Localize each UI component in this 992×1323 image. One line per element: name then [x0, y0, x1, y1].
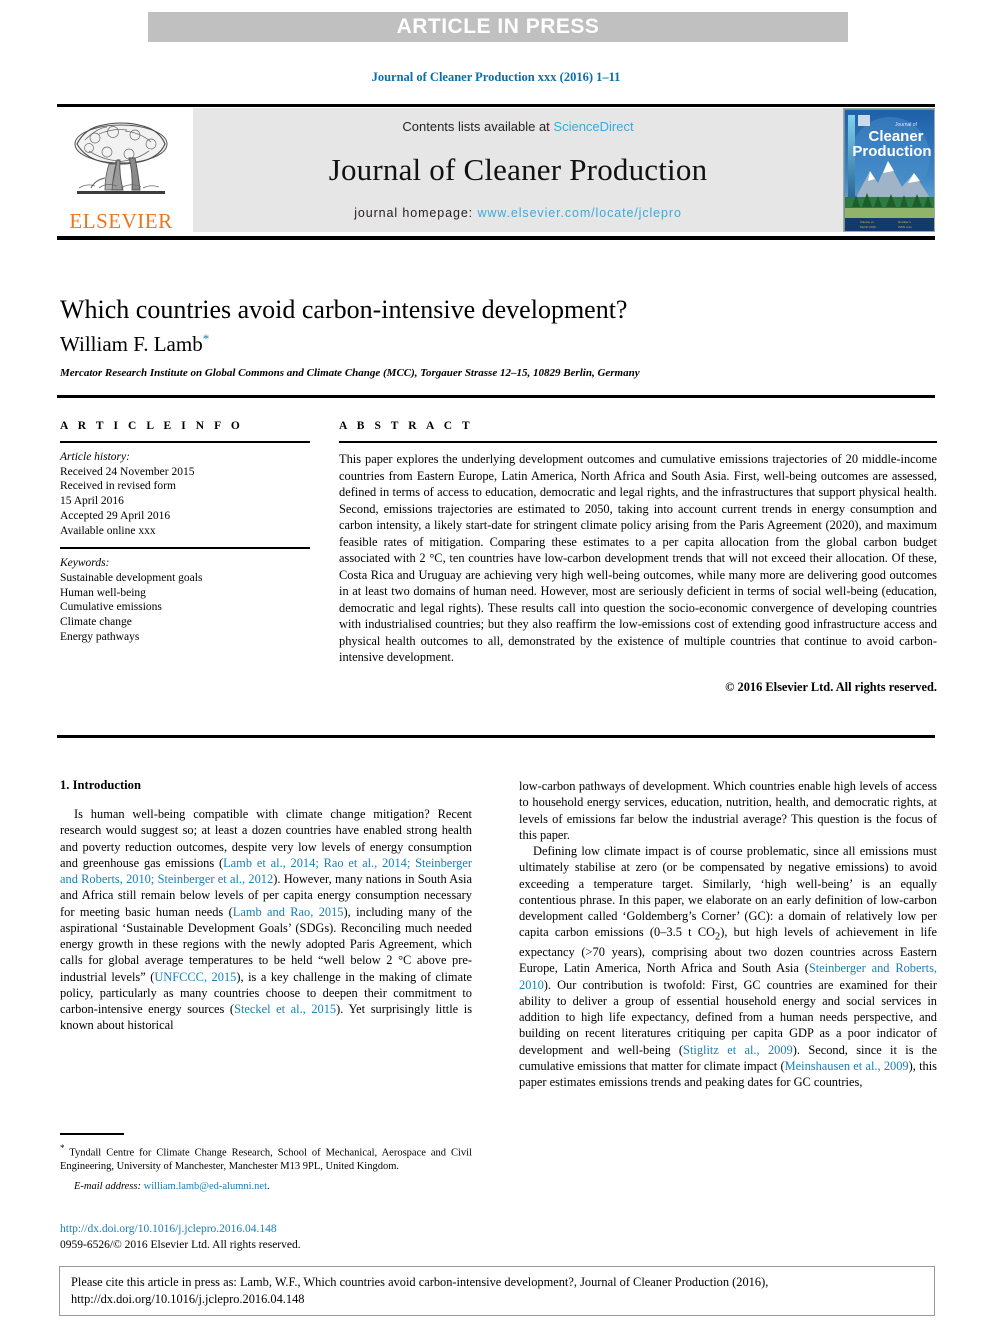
info-section-top-rule — [57, 395, 935, 398]
footnote-text: Tyndall Centre for Climate Change Resear… — [60, 1147, 473, 1173]
issn-copyright-line: 0959-6526/© 2016 Elsevier Ltd. All right… — [60, 1238, 301, 1251]
footnote-separator-rule — [60, 1133, 124, 1135]
citation-line-1: Please cite this article in press as: La… — [71, 1275, 769, 1289]
elsevier-wordmark: ELSEVIER — [69, 209, 173, 233]
abstract-copyright: © 2016 Elsevier Ltd. All rights reserved… — [725, 679, 937, 694]
article-in-press-banner: ARTICLE IN PRESS — [148, 12, 848, 42]
journal-cover-art: Journal of Cleaner Production Volume xx … — [844, 109, 934, 231]
citation-link[interactable]: Stiglitz et al., 2009 — [683, 1043, 793, 1057]
body-column-right: low-carbon pathways of development. Whic… — [519, 778, 937, 1090]
keywords-label: Keywords: — [60, 557, 110, 570]
history-item: Available online xxx — [60, 524, 156, 537]
email-link[interactable]: william.lamb@ed-alumni.net — [144, 1181, 267, 1192]
citation-link[interactable]: Steckel et al., 2015 — [234, 1002, 336, 1016]
history-item: Received in revised form — [60, 480, 176, 493]
journal-homepage-link[interactable]: www.elsevier.com/locate/jclepro — [477, 206, 681, 220]
article-info-heading: A R T I C L E I N F O — [60, 420, 244, 432]
info-section-bottom-rule — [57, 735, 935, 738]
article-info-column: A R T I C L E I N F O Article history: R… — [60, 420, 320, 645]
journal-title: Journal of Cleaner Production — [328, 152, 708, 187]
keyword-item: Human well-being — [60, 586, 146, 599]
keyword-item: Climate change — [60, 616, 132, 629]
body-column-left: 1. Introduction Is human well-being comp… — [60, 778, 472, 1034]
article-info-rule-2 — [60, 547, 310, 550]
journal-homepage-line: journal homepage: www.elsevier.com/locat… — [354, 206, 682, 220]
intro-paragraph-right-2: Defining low climate impact is of course… — [519, 843, 937, 1090]
elsevier-logo: ELSEVIER — [57, 108, 185, 232]
intro-paragraph-left: Is human well-being compatible with clim… — [60, 806, 472, 1034]
page-title: Which countries avoid carbon-intensive d… — [60, 295, 628, 324]
masthead-center-panel: Contents lists available at ScienceDirec… — [193, 108, 843, 232]
contents-lists-prefix: Contents lists available at — [402, 119, 554, 134]
article-history-block: Article history: Received 24 November 20… — [60, 450, 320, 538]
abstract-rule — [339, 441, 937, 443]
author-label: William F. Lamb — [60, 332, 203, 356]
keywords-block: Keywords: Sustainable development goals … — [60, 556, 320, 644]
article-info-rule-1 — [60, 441, 310, 443]
article-in-press-label: ARTICLE IN PRESS — [396, 15, 600, 38]
journal-cover-thumbnail: Journal of Cleaner Production Volume xx … — [843, 108, 935, 232]
keyword-item: Sustainable development goals — [60, 572, 203, 585]
citation-request-box: Please cite this article in press as: La… — [59, 1266, 935, 1316]
svg-text:Month 2016: Month 2016 — [860, 225, 876, 229]
svg-text:ISSN xxxx: ISSN xxxx — [898, 225, 912, 229]
abstract-column: A B S T R A C T This paper explores the … — [339, 420, 937, 695]
running-head-citation: Journal of Cleaner Production xxx (2016)… — [371, 70, 621, 84]
svg-text:Volume xx: Volume xx — [860, 220, 874, 224]
footnote-marker: * — [60, 1143, 65, 1153]
article-history-label: Article history: — [60, 451, 130, 463]
abstract-heading: A B S T R A C T — [339, 420, 474, 432]
journal-homepage-prefix: journal homepage: — [354, 206, 478, 220]
journal-masthead: ELSEVIER Contents lists available at Sci… — [57, 106, 935, 232]
citation-line-2: http://dx.doi.org/10.1016/j.jclepro.2016… — [71, 1291, 305, 1306]
history-item: 15 April 2016 — [60, 495, 124, 508]
email-line: E-mail address: william.lamb@ed-alumni.n… — [60, 1180, 472, 1194]
section-heading-introduction: 1. Introduction — [60, 778, 141, 792]
history-item: Received 24 November 2015 — [60, 465, 195, 478]
history-item: Accepted 29 April 2016 — [60, 509, 171, 522]
svg-text:Production: Production — [852, 143, 931, 160]
sciencedirect-link[interactable]: ScienceDirect — [553, 119, 633, 134]
svg-text:Number x: Number x — [898, 220, 912, 224]
citation-link[interactable]: UNFCCC, 2015 — [154, 970, 236, 984]
doi-link[interactable]: http://dx.doi.org/10.1016/j.jclepro.2016… — [60, 1222, 472, 1238]
author-affiliation: Mercator Research Institute on Global Co… — [60, 367, 640, 379]
email-period: . — [267, 1180, 270, 1192]
author-footnote-marker[interactable]: * — [203, 331, 210, 346]
elsevier-tree-icon — [74, 122, 168, 194]
doi-block: http://dx.doi.org/10.1016/j.jclepro.2016… — [60, 1222, 472, 1253]
author-name: William F. Lamb* — [60, 331, 209, 357]
contents-lists-line: Contents lists available at ScienceDirec… — [402, 119, 633, 134]
masthead-bottom-rule — [57, 236, 935, 240]
keyword-item: Energy pathways — [60, 630, 140, 643]
footnote-block: * Tyndall Centre for Climate Change Rese… — [60, 1143, 472, 1193]
email-label: E-mail address: — [74, 1180, 141, 1192]
abstract-text: This paper explores the underlying devel… — [339, 452, 937, 664]
citation-link[interactable]: Lamb and Rao, 2015 — [233, 905, 344, 919]
citation-link[interactable]: Meinshausen et al., 2009 — [785, 1059, 909, 1073]
intro-paragraph-right-1: low-carbon pathways of development. Whic… — [519, 779, 937, 842]
keyword-item: Cumulative emissions — [60, 601, 162, 614]
